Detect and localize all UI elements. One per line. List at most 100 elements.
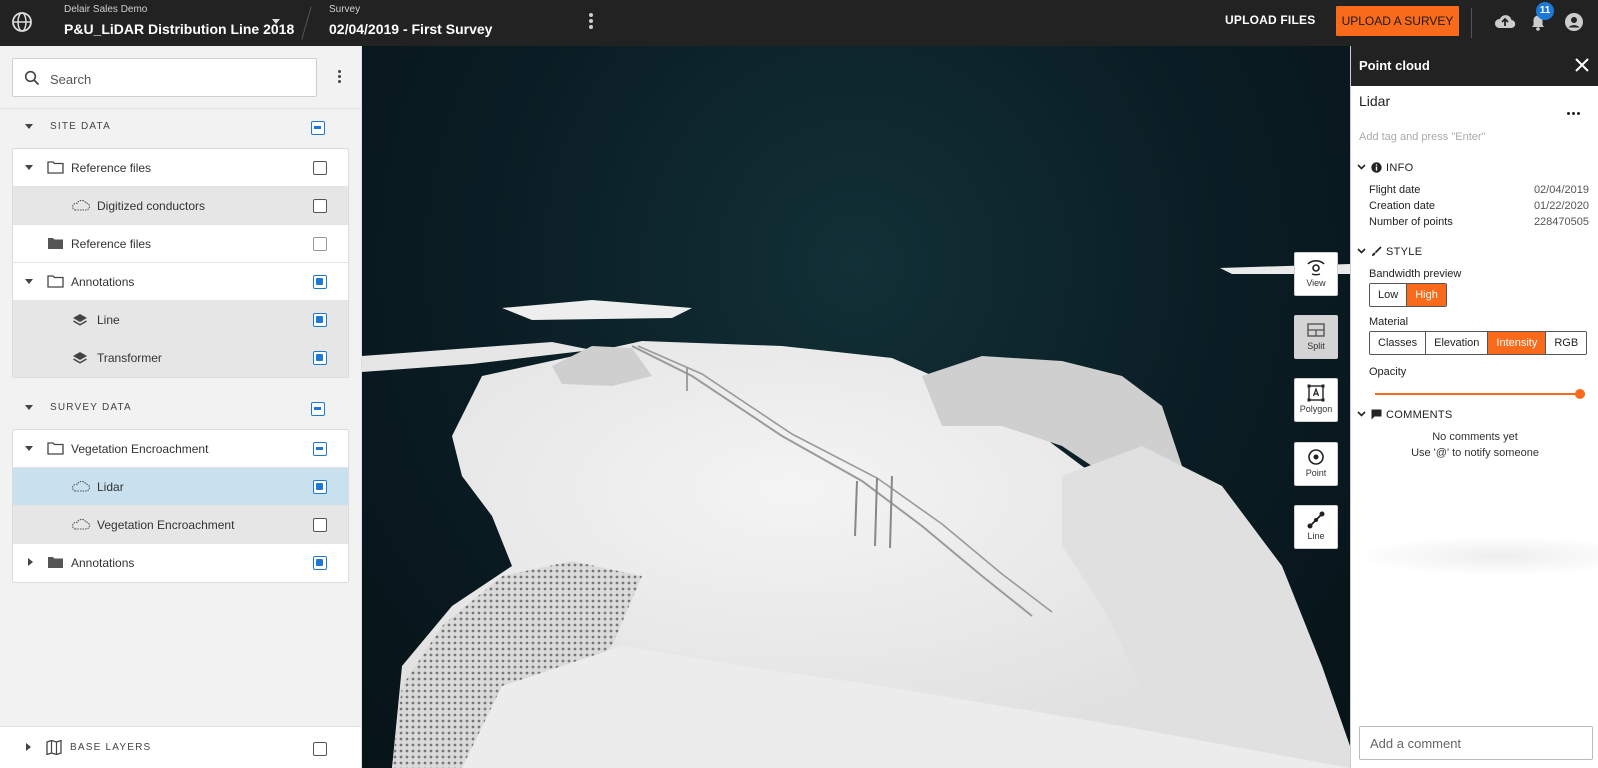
chevron-down-icon[interactable]: [1357, 164, 1366, 170]
tool-point[interactable]: Point: [1294, 442, 1338, 486]
point-cloud-viewport[interactable]: View Split Polygon Point Line: [362, 46, 1350, 768]
section-checkbox[interactable]: [311, 402, 325, 416]
map-icon: [46, 740, 62, 755]
search-field[interactable]: [12, 58, 317, 97]
caret-down-icon[interactable]: [25, 446, 33, 451]
more-vert-icon[interactable]: [336, 69, 342, 85]
folder-outline-icon: [47, 161, 64, 174]
layer-row-line[interactable]: Line: [13, 301, 348, 339]
project-label: Delair Sales Demo: [64, 4, 148, 15]
opacity-slider[interactable]: [1375, 388, 1585, 400]
layer-row-reference-files[interactable]: Reference files: [13, 149, 348, 187]
caret-down-icon[interactable]: [25, 165, 33, 170]
caret-right-icon[interactable]: [26, 743, 31, 751]
caret-down-icon[interactable]: [25, 405, 33, 410]
upload-survey-button[interactable]: UPLOAD A SURVEY: [1336, 6, 1459, 36]
layer-checkbox[interactable]: [313, 313, 327, 327]
globe-icon[interactable]: [10, 10, 34, 34]
project-selector[interactable]: Delair Sales Demo P&U_LiDAR Distribution…: [64, 4, 294, 39]
tool-line[interactable]: Line: [1294, 505, 1338, 549]
comment-icon: [1371, 409, 1382, 420]
slider-handle[interactable]: [1575, 389, 1585, 399]
panel-header: Point cloud: [1351, 46, 1598, 86]
chevron-down-icon[interactable]: [1357, 248, 1366, 254]
section-site-data[interactable]: SITE DATA: [0, 112, 361, 142]
layers-panel: SITE DATA Reference files Digitized cond…: [0, 46, 362, 768]
layer-label: Vegetation Encroachment: [97, 518, 235, 532]
tag-input[interactable]: [1359, 131, 1589, 143]
point-cloud-icon: [72, 199, 90, 211]
close-icon[interactable]: [1575, 58, 1589, 72]
layer-checkbox[interactable]: [313, 556, 327, 570]
tool-label: Split: [1307, 341, 1325, 351]
base-layers-section[interactable]: BASE LAYERS: [0, 726, 361, 768]
layer-checkbox[interactable]: [313, 351, 327, 365]
tool-split[interactable]: Split: [1294, 315, 1338, 359]
no-comments-text: No comments yet: [1432, 431, 1518, 443]
survey-selector[interactable]: Survey 02/04/2019 - First Survey: [329, 4, 492, 39]
bandwidth-high-button[interactable]: High: [1407, 284, 1446, 306]
caret-down-icon[interactable]: [272, 19, 280, 24]
caret-right-icon[interactable]: [28, 558, 33, 566]
chevron-down-icon[interactable]: [1357, 411, 1366, 417]
caret-down-icon[interactable]: [25, 279, 33, 284]
polygon-icon: [1307, 384, 1325, 402]
panel-title: Point cloud: [1359, 58, 1430, 73]
material-intensity-button[interactable]: Intensity: [1488, 332, 1547, 354]
layer-row-reference-files-2[interactable]: Reference files: [13, 225, 348, 263]
brush-icon: [1372, 246, 1382, 256]
point-cloud-icon: [72, 480, 90, 492]
section-checkbox[interactable]: [311, 121, 325, 135]
opacity-label: Opacity: [1369, 366, 1407, 378]
more-vert-icon[interactable]: [588, 12, 594, 32]
layer-row-lidar[interactable]: Lidar: [13, 468, 348, 506]
info-row-number-of-points: Number of points 228470505: [1369, 216, 1589, 231]
section-label: SITE DATA: [50, 121, 111, 132]
split-icon: [1307, 323, 1325, 337]
layer-row-annotations[interactable]: Annotations: [13, 263, 348, 301]
layer-label: Lidar: [97, 480, 124, 494]
caret-down-icon[interactable]: [25, 124, 33, 129]
site-data-list: Reference files Digitized conductors Ref…: [12, 148, 349, 378]
slider-track[interactable]: [1375, 393, 1585, 395]
layer-row-digitized-conductors[interactable]: Digitized conductors: [13, 187, 348, 225]
upload-files-button[interactable]: UPLOAD FILES: [1225, 13, 1315, 27]
tool-label: Point: [1305, 468, 1327, 478]
layer-checkbox[interactable]: [313, 237, 327, 251]
breadcrumb-divider: [301, 6, 312, 40]
point-icon: [1308, 449, 1324, 465]
bandwidth-toggle: Low High: [1369, 283, 1447, 307]
layer-checkbox[interactable]: [313, 199, 327, 213]
more-horiz-icon[interactable]: [1567, 102, 1583, 115]
bandwidth-low-button[interactable]: Low: [1370, 284, 1408, 306]
material-classes-button[interactable]: Classes: [1370, 332, 1427, 354]
layer-label: Annotations: [71, 556, 135, 570]
folder-filled-icon: [48, 557, 63, 568]
layer-row-vegetation-encroachment[interactable]: Vegetation Encroachment: [13, 430, 348, 468]
account-icon[interactable]: [1562, 10, 1586, 34]
layer-row-vegetation-encroachment-cloud[interactable]: Vegetation Encroachment: [13, 506, 348, 544]
top-bar: Delair Sales Demo P&U_LiDAR Distribution…: [0, 0, 1598, 46]
point-cloud-icon: [72, 518, 90, 530]
search-input[interactable]: [50, 69, 300, 89]
tool-polygon[interactable]: Polygon: [1294, 378, 1338, 422]
tool-label: Polygon: [1299, 404, 1333, 414]
layer-checkbox[interactable]: [313, 275, 327, 289]
layer-row-annotations-survey[interactable]: Annotations: [13, 544, 348, 582]
layer-checkbox[interactable]: [313, 518, 327, 532]
layers-icon: [73, 352, 87, 364]
info-key: Number of points: [1369, 216, 1453, 228]
line-icon: [1307, 511, 1325, 529]
base-layers-checkbox[interactable]: [313, 742, 327, 756]
section-label: COMMENTS: [1386, 409, 1453, 421]
layer-checkbox[interactable]: [313, 161, 327, 175]
layer-checkbox[interactable]: [313, 480, 327, 494]
material-rgb-button[interactable]: RGB: [1546, 332, 1587, 354]
section-survey-data[interactable]: SURVEY DATA: [0, 393, 361, 423]
tool-view[interactable]: View: [1294, 252, 1338, 296]
comment-input[interactable]: [1359, 726, 1593, 760]
layer-row-transformer[interactable]: Transformer: [13, 339, 348, 377]
layer-checkbox[interactable]: [313, 442, 327, 456]
material-elevation-button[interactable]: Elevation: [1426, 332, 1489, 354]
cloud-upload-icon[interactable]: [1493, 10, 1517, 34]
